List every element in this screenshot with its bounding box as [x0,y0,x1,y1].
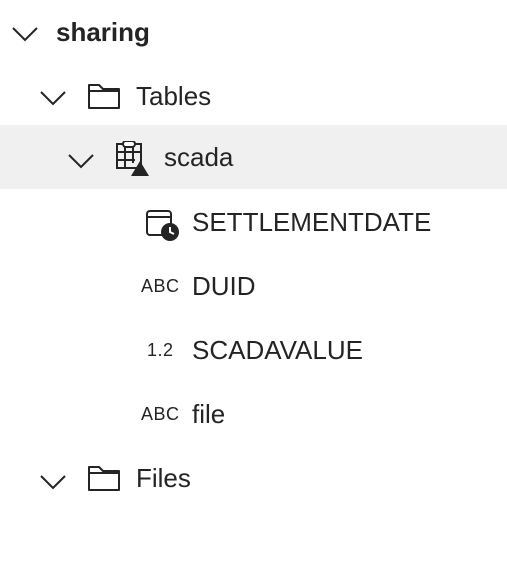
number-type-icon: 1.2 [147,340,174,360]
tree-node-tables[interactable]: Tables [0,64,507,128]
column-label: file [192,399,226,429]
column-label: DUID [192,271,256,301]
string-type-icon: ABC [141,276,180,296]
folder-icon [86,78,122,114]
chevron-down-icon[interactable] [66,151,96,171]
datetime-icon [144,206,180,242]
tree-node-column[interactable]: 1.2 SCADAVALUE [0,318,507,382]
tree-node-label: scada [164,142,234,172]
tree-node-column[interactable]: SETTLEMENTDATE [0,190,507,254]
chevron-down-icon[interactable] [10,24,40,44]
string-type-icon: ABC [141,404,180,424]
tree-node-files[interactable]: Files [0,446,507,510]
tree-node-label: Tables [136,81,212,111]
folder-icon [86,460,122,496]
column-label: SCADAVALUE [192,335,363,365]
chevron-down-icon[interactable] [38,472,68,492]
column-label: SETTLEMENTDATE [192,207,432,237]
chevron-down-icon[interactable] [38,88,68,108]
table-warning-icon [114,141,150,177]
tree-node-sharing[interactable]: sharing [0,0,507,64]
tree-node-column[interactable]: ABC DUID [0,254,507,318]
tree-node-label: Files [136,463,191,493]
tree-node-label: sharing [56,17,150,47]
tree-node-column[interactable]: ABC file [0,382,507,446]
tree-node-scada[interactable]: scada [0,125,507,189]
